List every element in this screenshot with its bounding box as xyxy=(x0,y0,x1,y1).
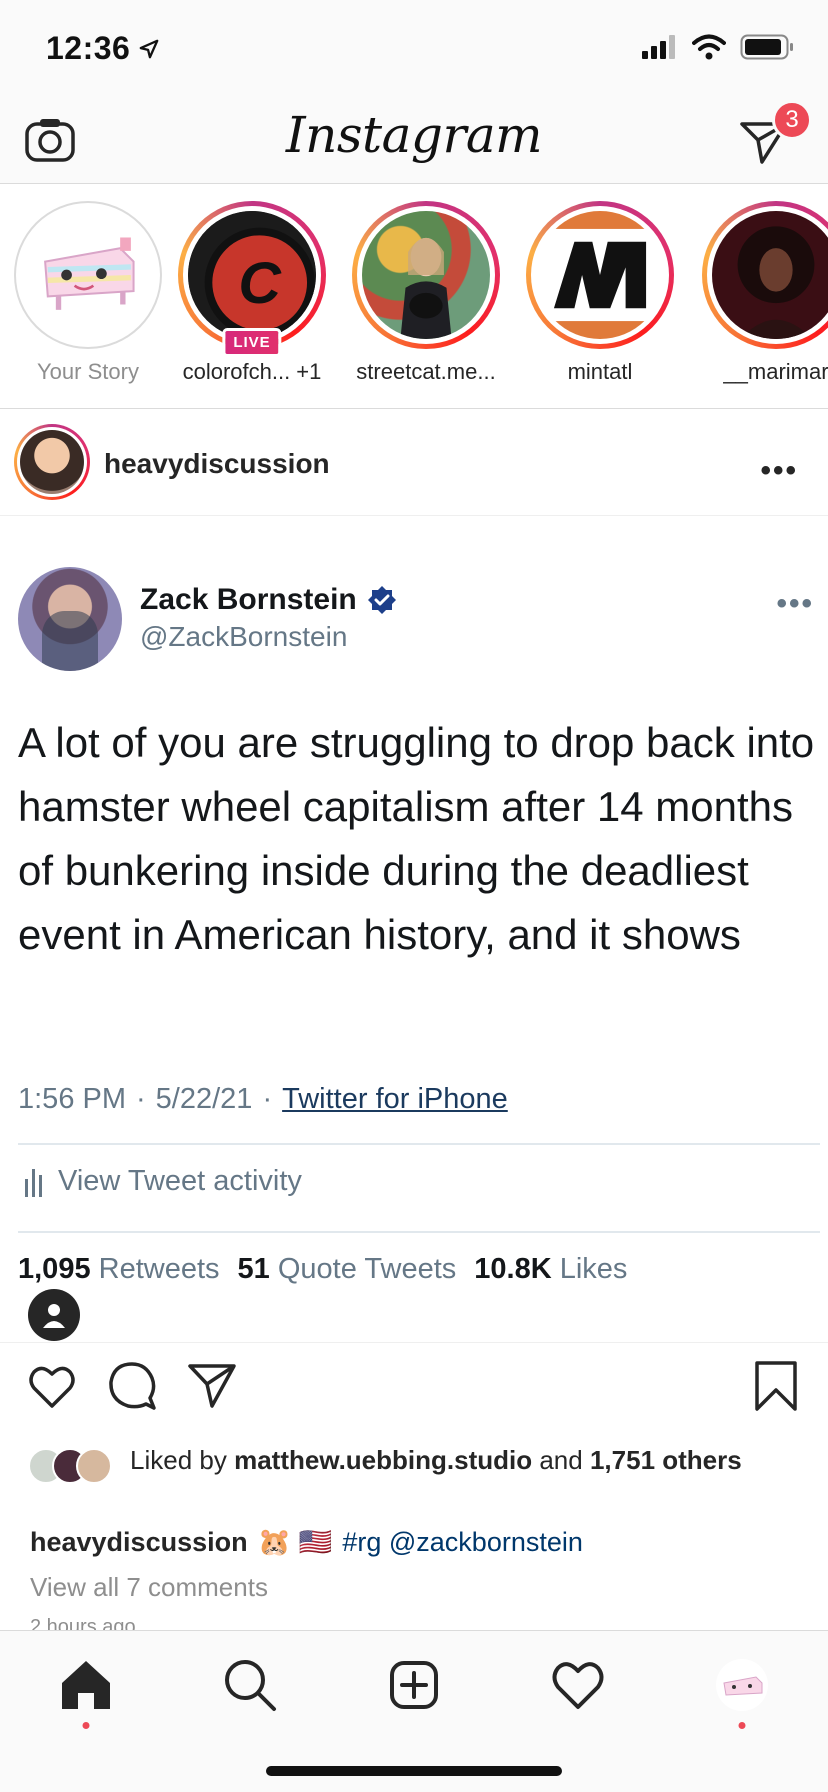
post-timestamp: 2 hours ago xyxy=(30,1616,136,1630)
location-arrow-icon xyxy=(139,39,159,59)
post-options-button[interactable]: ••• xyxy=(760,454,798,488)
post-actions xyxy=(0,1360,828,1424)
story-ring: C LIVE xyxy=(178,201,326,357)
story-your-story[interactable]: Your Story xyxy=(8,201,168,385)
bar-chart-icon xyxy=(25,1168,42,1197)
tweet-meta-separator: · xyxy=(262,1083,273,1115)
heart-icon[interactable] xyxy=(26,1360,78,1412)
tweet-meta-separator: · xyxy=(136,1083,146,1115)
home-indicator[interactable] xyxy=(266,1766,562,1776)
story-avatar xyxy=(362,211,490,339)
live-badge: LIVE xyxy=(222,328,282,357)
add-post-icon xyxy=(390,1661,438,1709)
search-icon xyxy=(225,1660,276,1711)
share-icon[interactable] xyxy=(186,1360,238,1412)
status-bar: 12:36 xyxy=(0,0,828,100)
bookmark-icon[interactable] xyxy=(750,1360,802,1412)
liked-by-text: Liked by matthew.uebbing.studio and 1,75… xyxy=(130,1445,742,1475)
tweet-author-name: Zack Bornstein xyxy=(140,583,357,616)
tweet-source: Twitter for iPhone xyxy=(282,1083,508,1115)
tweet-author-handle: @ZackBornstein xyxy=(140,621,348,652)
story-avatar: C xyxy=(188,211,316,339)
post-header: heavydiscussion ••• xyxy=(0,410,828,516)
signal-icon xyxy=(642,35,675,59)
story-ring xyxy=(702,201,828,349)
tweet-author-avatar xyxy=(18,567,122,671)
story-avatar xyxy=(536,211,664,339)
instagram-logo: Instagram xyxy=(285,106,543,164)
nav-search[interactable] xyxy=(220,1655,280,1715)
tweet-date: 5/22/21 xyxy=(155,1083,253,1115)
comment-icon[interactable] xyxy=(106,1360,158,1412)
wifi-icon xyxy=(692,34,726,60)
story-colorofch[interactable]: C LIVE colorofch... +1 xyxy=(172,201,332,385)
story-name: __marimar xyxy=(723,359,828,384)
nav-activity-dot xyxy=(82,1722,90,1729)
tweet-text: A lot of you are struggling to drop back… xyxy=(18,719,815,958)
activity-heart-icon xyxy=(552,1662,604,1709)
status-time: 12:36 xyxy=(46,30,131,66)
story-streetcat[interactable]: streetcat.me... xyxy=(346,201,506,385)
dm-count-badge: 3 xyxy=(772,100,812,140)
nav-home[interactable] xyxy=(56,1655,116,1729)
liked-by-row[interactable]: Liked by matthew.uebbing.studio and 1,75… xyxy=(28,1444,808,1484)
tweet-activity: View Tweet activity xyxy=(24,1165,302,1198)
caption-tags[interactable]: #rg @zackbornstein xyxy=(342,1527,583,1558)
svg-text:C: C xyxy=(238,251,282,316)
tweet-divider xyxy=(18,1143,820,1145)
battery-icon xyxy=(740,34,793,60)
stories-tray[interactable]: Your Story C LIVE colorofch... +1 street… xyxy=(0,185,828,409)
story-avatar xyxy=(21,208,155,342)
status-indicators xyxy=(642,34,794,60)
post-caption: heavydiscussion 🐹 🇺🇸 #rg @zackbornstein xyxy=(30,1526,810,1558)
tweet-retweets: 1,095 Retweets xyxy=(18,1253,220,1285)
tweet-stats: 1,095 Retweets 51 Quote Tweets 10.8K Lik… xyxy=(18,1253,627,1286)
tweet-time: 1:56 PM xyxy=(18,1083,126,1115)
tweet-author-name-row: Zack Bornstein xyxy=(140,583,397,617)
user-icon xyxy=(43,1304,65,1328)
story-marimar[interactable]: __marimar xyxy=(696,201,828,385)
bottom-nav xyxy=(0,1630,828,1792)
tweet-options-icon: ••• xyxy=(776,587,814,620)
story-name: colorofch... +1 xyxy=(182,359,322,384)
tweet-activity-label: View Tweet activity xyxy=(58,1165,302,1197)
tweet-divider xyxy=(18,1231,820,1233)
post-image-tweet[interactable]: Zack Bornstein @ZackBornstein ••• A lot … xyxy=(0,517,828,1343)
tagged-users-button[interactable] xyxy=(28,1289,80,1341)
nav-new-post[interactable] xyxy=(384,1655,444,1715)
story-name: Your Story xyxy=(37,359,139,384)
story-name: mintatl xyxy=(567,359,633,384)
profile-avatar-icon xyxy=(716,1659,768,1711)
liked-by-others[interactable]: 1,751 others xyxy=(590,1445,742,1475)
caption-username[interactable]: heavydiscussion xyxy=(30,1527,248,1558)
nav-profile-dot xyxy=(738,1722,746,1729)
story-ring xyxy=(526,201,674,349)
story-mintatl[interactable]: mintatl xyxy=(520,201,680,385)
app-header: Instagram 3 xyxy=(0,100,828,184)
view-comments-link[interactable]: View all 7 comments xyxy=(30,1572,268,1603)
home-icon xyxy=(62,1661,110,1709)
nav-activity[interactable] xyxy=(548,1655,608,1715)
story-ring xyxy=(352,201,500,349)
nav-profile[interactable] xyxy=(712,1655,772,1729)
verified-badge-icon xyxy=(367,586,396,614)
story-name: streetcat.me... xyxy=(356,359,496,384)
tweet-quotes: 51 Quote Tweets xyxy=(237,1253,457,1285)
story-avatar xyxy=(712,211,828,339)
tweet-likes: 10.8K Likes xyxy=(474,1253,628,1285)
post-author-avatar[interactable] xyxy=(14,424,90,500)
post-author-username[interactable]: heavydiscussion xyxy=(104,448,330,480)
liked-by-user[interactable]: matthew.uebbing.studio xyxy=(234,1445,532,1475)
liked-by-avatars xyxy=(28,1448,112,1486)
tweet-meta: 1:56 PM · 5/22/21 · Twitter for iPhone xyxy=(18,1083,508,1116)
story-ring xyxy=(14,201,162,349)
caption-emojis: 🐹 🇺🇸 xyxy=(257,1527,333,1557)
